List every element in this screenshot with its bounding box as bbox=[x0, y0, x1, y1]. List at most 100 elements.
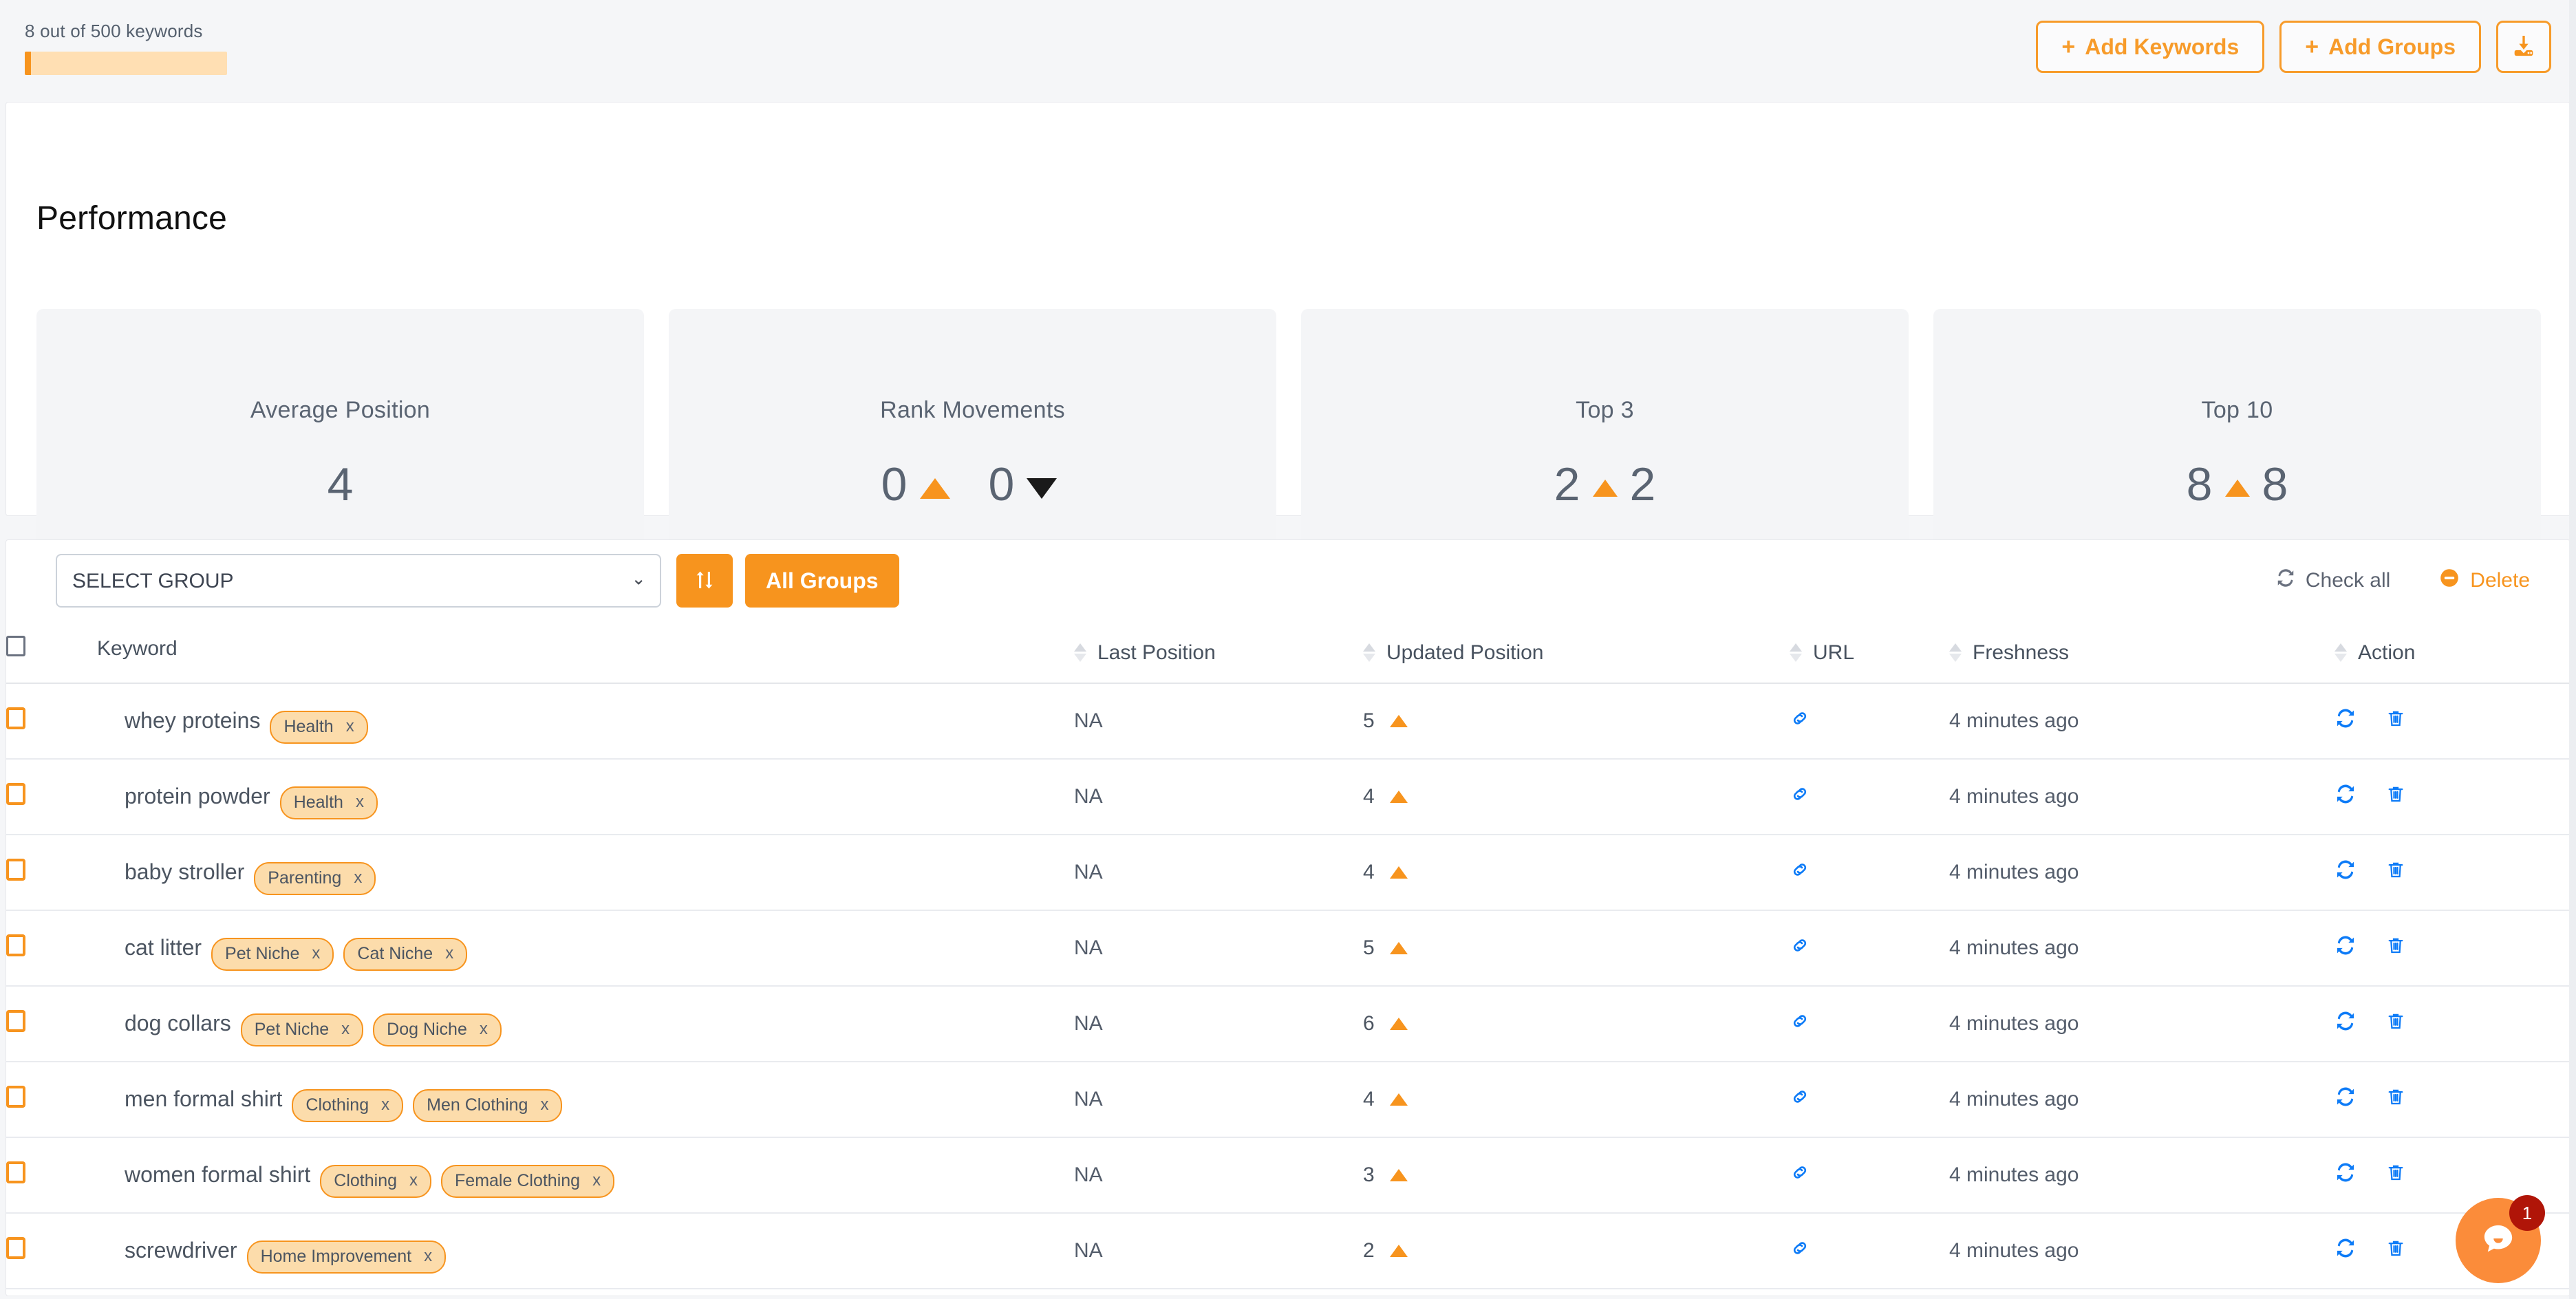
refresh-icon[interactable] bbox=[2334, 1161, 2357, 1183]
action-cell bbox=[2334, 834, 2570, 911]
row-checkbox[interactable] bbox=[6, 1009, 25, 1032]
tag-remove-icon[interactable]: x bbox=[312, 944, 320, 963]
refresh-groups-button[interactable] bbox=[676, 554, 733, 608]
row-checkbox[interactable] bbox=[6, 934, 25, 956]
minus-circle-icon bbox=[2438, 567, 2460, 594]
keyword-name: women formal shirt bbox=[125, 1162, 311, 1187]
link-icon[interactable] bbox=[1790, 784, 1810, 804]
row-checkbox[interactable] bbox=[6, 858, 25, 881]
freshness-cell: 4 minutes ago bbox=[1949, 683, 2334, 760]
trash-icon[interactable] bbox=[2385, 708, 2406, 729]
download-icon bbox=[2510, 32, 2537, 62]
updated-position-cell: 2 bbox=[1363, 1212, 1790, 1289]
freshness-cell: 4 minutes ago bbox=[1949, 1061, 2334, 1138]
freshness-cell: 4 minutes ago bbox=[1949, 910, 2334, 987]
keyword-tag[interactable]: Cat Niche x bbox=[343, 937, 468, 971]
select-all-header bbox=[6, 621, 97, 684]
keywords-panel: SELECT GROUP ⌄ All Groups Check all Dele… bbox=[6, 539, 2570, 1296]
add-keywords-button[interactable]: + Add Keywords bbox=[2036, 21, 2265, 73]
refresh-icon[interactable] bbox=[2334, 859, 2357, 881]
link-icon[interactable] bbox=[1790, 1011, 1810, 1031]
last-position-value: NA bbox=[1074, 860, 1103, 883]
delete-button[interactable]: Delete bbox=[2438, 567, 2530, 594]
column-header-last-position[interactable]: Last Position bbox=[1074, 621, 1363, 684]
download-export-button[interactable] bbox=[2496, 21, 2551, 73]
column-header-keyword[interactable]: Keyword bbox=[97, 621, 1074, 684]
metric-value-down: 0 bbox=[988, 458, 1015, 511]
select-all-checkbox[interactable] bbox=[6, 636, 25, 657]
column-header-freshness[interactable]: Freshness bbox=[1949, 621, 2334, 684]
trash-icon[interactable] bbox=[2385, 859, 2406, 880]
keyword-tag[interactable]: Parenting x bbox=[254, 861, 376, 895]
tag-remove-icon[interactable]: x bbox=[409, 1171, 418, 1190]
add-groups-button[interactable]: + Add Groups bbox=[2279, 21, 2481, 73]
refresh-icon[interactable] bbox=[2334, 934, 2357, 956]
keyword-tag[interactable]: Female Clothing x bbox=[441, 1164, 615, 1198]
freshness-cell: 4 minutes ago bbox=[1949, 1137, 2334, 1214]
add-groups-label: Add Groups bbox=[2328, 34, 2456, 59]
updated-position-value: 4 bbox=[1363, 860, 1375, 883]
row-checkbox[interactable] bbox=[6, 1161, 25, 1183]
column-header-url[interactable]: URL bbox=[1790, 621, 1949, 684]
trash-icon[interactable] bbox=[2385, 784, 2406, 804]
trash-icon[interactable] bbox=[2385, 1238, 2406, 1258]
last-position-value: NA bbox=[1074, 1011, 1103, 1035]
tag-remove-icon[interactable]: x bbox=[356, 793, 364, 812]
keyword-tag[interactable]: Dog Niche x bbox=[373, 1013, 502, 1046]
trash-icon[interactable] bbox=[2385, 1011, 2406, 1031]
keyword-tag[interactable]: Clothing x bbox=[292, 1088, 404, 1122]
table-row: baby stroller Parenting x NA 4 4 minutes… bbox=[6, 834, 2570, 911]
column-header-updated-position[interactable]: Updated Position bbox=[1363, 621, 1790, 684]
check-all-button[interactable]: Check all bbox=[2275, 568, 2390, 594]
keyword-tag[interactable]: Pet Niche x bbox=[240, 1013, 364, 1046]
tag-remove-icon[interactable]: x bbox=[341, 1020, 350, 1039]
link-icon[interactable] bbox=[1790, 859, 1810, 880]
keyword-tag[interactable]: Health x bbox=[270, 710, 368, 744]
column-header-action[interactable]: Action bbox=[2334, 621, 2570, 684]
row-checkbox[interactable] bbox=[6, 1236, 25, 1259]
keyword-tag-label: Pet Niche bbox=[254, 1019, 330, 1039]
page-scrollbar[interactable] bbox=[2569, 0, 2576, 1299]
keyword-cell: screwdriver Home Improvement x bbox=[97, 1212, 1074, 1289]
tag-remove-icon[interactable]: x bbox=[346, 717, 354, 736]
tag-remove-icon[interactable]: x bbox=[540, 1095, 548, 1115]
tag-remove-icon[interactable]: x bbox=[354, 868, 362, 888]
keyword-tag[interactable]: Clothing x bbox=[320, 1164, 432, 1198]
link-icon[interactable] bbox=[1790, 1162, 1810, 1183]
link-icon[interactable] bbox=[1790, 1086, 1810, 1107]
row-checkbox[interactable] bbox=[6, 782, 25, 805]
link-icon[interactable] bbox=[1790, 935, 1810, 956]
link-icon[interactable] bbox=[1790, 708, 1810, 729]
refresh-icon[interactable] bbox=[2334, 783, 2357, 805]
row-checkbox[interactable] bbox=[6, 1085, 25, 1108]
keyword-tag[interactable]: Men Clothing x bbox=[413, 1088, 563, 1122]
all-groups-button[interactable]: All Groups bbox=[745, 554, 899, 608]
exchange-icon bbox=[693, 568, 716, 594]
tag-remove-icon[interactable]: x bbox=[592, 1171, 601, 1190]
row-select-cell bbox=[6, 910, 97, 987]
group-select[interactable]: SELECT GROUP bbox=[56, 554, 661, 608]
tag-remove-icon[interactable]: x bbox=[480, 1020, 488, 1039]
sort-indicator-icon bbox=[1949, 643, 1962, 662]
refresh-icon[interactable] bbox=[2334, 1086, 2357, 1108]
keyword-tag-label: Clothing bbox=[334, 1170, 398, 1190]
keyword-tag-label: Pet Niche bbox=[225, 943, 300, 963]
row-checkbox[interactable] bbox=[6, 707, 25, 729]
trash-icon[interactable] bbox=[2385, 1086, 2406, 1107]
freshness-cell: 4 minutes ago bbox=[1949, 834, 2334, 911]
tag-remove-icon[interactable]: x bbox=[445, 944, 453, 963]
refresh-icon[interactable] bbox=[2334, 1010, 2357, 1032]
refresh-icon[interactable] bbox=[2334, 707, 2357, 729]
sort-indicator-icon bbox=[1074, 643, 1086, 662]
top-bar-actions: + Add Keywords + Add Groups bbox=[2036, 21, 2551, 73]
tag-remove-icon[interactable]: x bbox=[381, 1095, 389, 1115]
tag-remove-icon[interactable]: x bbox=[424, 1247, 432, 1266]
trash-icon[interactable] bbox=[2385, 1162, 2406, 1183]
keyword-tag[interactable]: Health x bbox=[279, 786, 378, 819]
keyword-tag[interactable]: Pet Niche x bbox=[211, 937, 334, 971]
trash-icon[interactable] bbox=[2385, 935, 2406, 956]
keyword-tag[interactable]: Home Improvement x bbox=[246, 1240, 447, 1274]
link-icon[interactable] bbox=[1790, 1238, 1810, 1258]
chat-widget-button[interactable]: 1 bbox=[2456, 1195, 2545, 1283]
refresh-icon[interactable] bbox=[2334, 1237, 2357, 1259]
